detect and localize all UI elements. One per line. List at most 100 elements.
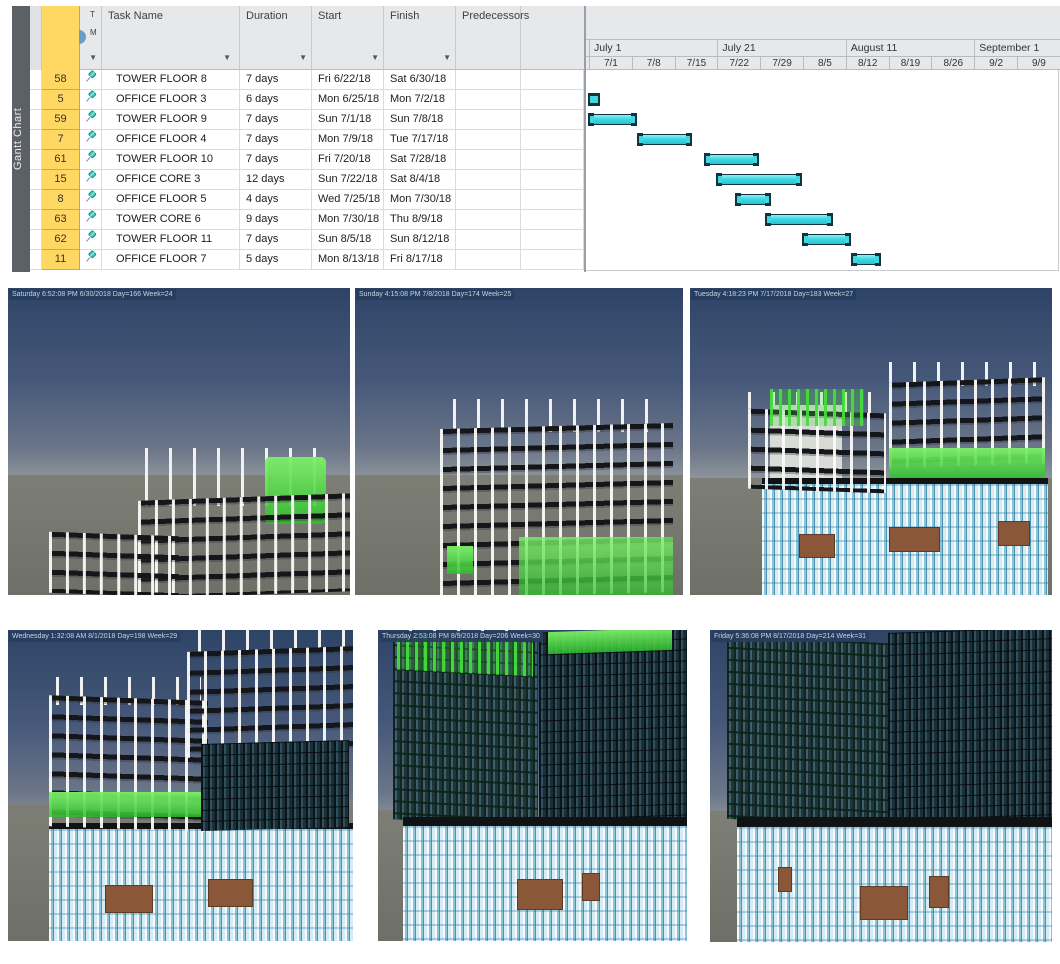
name-cell[interactable]: OFFICE FLOOR 3 [102, 90, 240, 110]
id-cell[interactable]: 8 [42, 190, 80, 210]
start-cell[interactable]: Sun 8/5/18 [312, 230, 384, 250]
indicator-cell[interactable] [80, 130, 102, 150]
predecessors-cell[interactable] [456, 150, 521, 170]
predecessors-cell[interactable] [456, 210, 521, 230]
predecessors-cell[interactable] [456, 170, 521, 190]
row-select-cell[interactable] [30, 130, 42, 150]
predecessors-cell[interactable] [456, 130, 521, 150]
name-cell[interactable]: OFFICE FLOOR 4 [102, 130, 240, 150]
filter-arrow-icon[interactable]: ▼ [89, 54, 97, 62]
start-cell[interactable]: Fri 7/20/18 [312, 150, 384, 170]
predecessors-cell[interactable] [456, 90, 521, 110]
start-column-header[interactable]: Start ▼ [312, 6, 384, 70]
filter-arrow-icon[interactable]: ▼ [371, 54, 379, 62]
task-bar[interactable] [589, 94, 599, 105]
finish-cell[interactable]: Sun 8/12/18 [384, 230, 456, 250]
id-cell[interactable]: 59 [42, 110, 80, 130]
render-panel-5[interactable]: Thursday 2:53:08 PM 8/9/2018 Day=206 Wee… [378, 630, 687, 941]
finish-column-header[interactable]: Finish ▼ [384, 6, 456, 70]
indicator-cell[interactable] [80, 210, 102, 230]
task-mode-column-header[interactable]: T M ▼ [80, 6, 102, 70]
predecessors-cell[interactable] [456, 110, 521, 130]
task-bar[interactable] [589, 114, 636, 125]
render-panel-3[interactable]: Tuesday 4:18:23 PM 7/17/2018 Day=183 Wee… [690, 288, 1052, 595]
id-cell[interactable]: 63 [42, 210, 80, 230]
finish-cell[interactable]: Mon 7/2/18 [384, 90, 456, 110]
name-cell[interactable]: TOWER CORE 6 [102, 210, 240, 230]
id-cell[interactable]: 62 [42, 230, 80, 250]
render-panel-4[interactable]: Wednesday 1:32:08 AM 8/1/2018 Day=198 We… [8, 630, 353, 941]
duration-cell[interactable]: 5 days [240, 250, 312, 270]
indicator-cell[interactable] [80, 70, 102, 90]
duration-cell[interactable]: 12 days [240, 170, 312, 190]
duration-column-header[interactable]: Duration ▼ [240, 6, 312, 70]
id-cell[interactable]: 7 [42, 130, 80, 150]
task-bar[interactable] [705, 154, 758, 165]
indicator-cell[interactable] [80, 110, 102, 130]
finish-cell[interactable]: Mon 7/30/18 [384, 190, 456, 210]
indicator-cell[interactable] [80, 250, 102, 270]
name-cell[interactable]: TOWER FLOOR 10 [102, 150, 240, 170]
render-panel-1[interactable]: Saturday 6:52:08 PM 6/30/2018 Day=166 We… [8, 288, 350, 595]
filter-arrow-icon[interactable]: ▼ [299, 54, 307, 62]
duration-cell[interactable]: 6 days [240, 90, 312, 110]
row-select-cell[interactable] [30, 90, 42, 110]
row-select-cell[interactable] [30, 110, 42, 130]
duration-cell[interactable]: 7 days [240, 230, 312, 250]
duration-cell[interactable]: 4 days [240, 190, 312, 210]
start-cell[interactable]: Mon 7/30/18 [312, 210, 384, 230]
render-panel-2[interactable]: Sunday 4:15:08 PM 7/8/2018 Day=174 Week=… [355, 288, 683, 595]
finish-cell[interactable]: Sat 7/28/18 [384, 150, 456, 170]
indicator-cell[interactable] [80, 150, 102, 170]
select-all-corner[interactable] [30, 6, 42, 70]
row-select-cell[interactable] [30, 190, 42, 210]
row-select-cell[interactable] [30, 250, 42, 270]
predecessors-cell[interactable] [456, 70, 521, 90]
duration-cell[interactable]: 7 days [240, 110, 312, 130]
row-select-cell[interactable] [30, 150, 42, 170]
task-bar[interactable] [803, 234, 850, 245]
duration-cell[interactable]: 7 days [240, 150, 312, 170]
task-bar[interactable] [638, 134, 691, 145]
start-cell[interactable]: Sun 7/1/18 [312, 110, 384, 130]
task-bar[interactable] [766, 214, 831, 225]
name-cell[interactable]: TOWER FLOOR 11 [102, 230, 240, 250]
indicator-cell[interactable] [80, 230, 102, 250]
filter-arrow-icon[interactable]: ▼ [443, 54, 451, 62]
finish-cell[interactable]: Sat 6/30/18 [384, 70, 456, 90]
finish-cell[interactable]: Sat 8/4/18 [384, 170, 456, 190]
row-select-cell[interactable] [30, 210, 42, 230]
task-name-column-header[interactable]: Task Name ▼ [102, 6, 240, 70]
filter-arrow-icon[interactable]: ▼ [223, 54, 231, 62]
id-cell[interactable]: 58 [42, 70, 80, 90]
start-cell[interactable]: Mon 8/13/18 [312, 250, 384, 270]
predecessors-cell[interactable] [456, 190, 521, 210]
id-cell[interactable]: 15 [42, 170, 80, 190]
indicator-cell[interactable] [80, 90, 102, 110]
row-select-cell[interactable] [30, 230, 42, 250]
predecessors-cell[interactable] [456, 230, 521, 250]
render-panel-6[interactable]: Friday 5:36:08 PM 8/17/2018 Day=214 Week… [710, 630, 1052, 942]
task-bar[interactable] [717, 174, 801, 185]
id-cell[interactable]: 5 [42, 90, 80, 110]
id-cell[interactable]: 11 [42, 250, 80, 270]
indicator-cell[interactable] [80, 190, 102, 210]
duration-cell[interactable]: 7 days [240, 130, 312, 150]
predecessors-column-header[interactable]: Predecessors [456, 6, 521, 70]
id-cell[interactable]: 61 [42, 150, 80, 170]
id-column-header[interactable] [42, 6, 80, 70]
predecessors-cell[interactable] [456, 250, 521, 270]
finish-cell[interactable]: Tue 7/17/18 [384, 130, 456, 150]
start-cell[interactable]: Mon 6/25/18 [312, 90, 384, 110]
start-cell[interactable]: Wed 7/25/18 [312, 190, 384, 210]
start-cell[interactable]: Mon 7/9/18 [312, 130, 384, 150]
row-select-cell[interactable] [30, 70, 42, 90]
indicator-cell[interactable] [80, 170, 102, 190]
start-cell[interactable]: Sun 7/22/18 [312, 170, 384, 190]
finish-cell[interactable]: Fri 8/17/18 [384, 250, 456, 270]
finish-cell[interactable]: Thu 8/9/18 [384, 210, 456, 230]
task-bar[interactable] [736, 194, 771, 205]
name-cell[interactable]: OFFICE FLOOR 5 [102, 190, 240, 210]
row-select-cell[interactable] [30, 170, 42, 190]
duration-cell[interactable]: 7 days [240, 70, 312, 90]
